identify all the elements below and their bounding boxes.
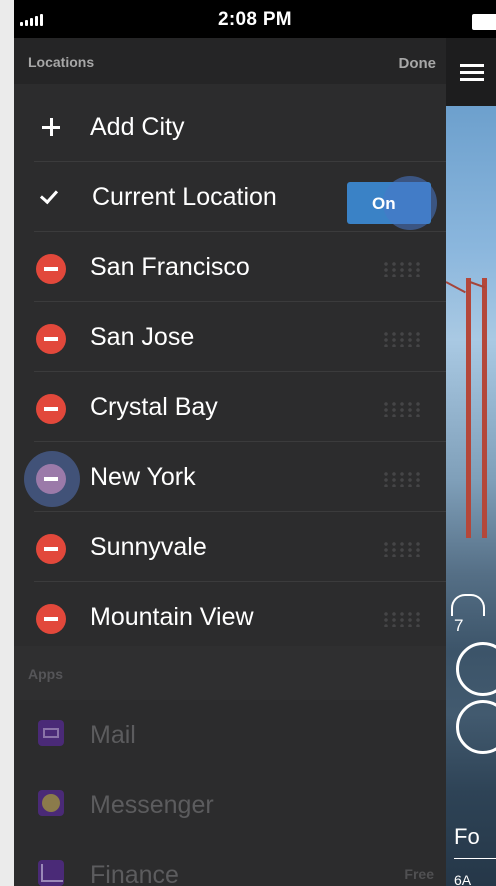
locations-header: Locations Done [14, 38, 446, 84]
app-label: Mail [90, 721, 136, 749]
city-name: San Francisco [90, 253, 250, 281]
locations-header-label: Locations [28, 54, 95, 70]
bridge-tower [466, 278, 471, 538]
cloud-icon [451, 594, 485, 616]
app-label: Messenger [90, 791, 214, 819]
city-name: Mountain View [90, 603, 254, 631]
city-row[interactable]: Sunnyvale [14, 512, 446, 582]
locations-drawer: Locations Done Add City Current Location… [14, 38, 446, 886]
drag-handle-icon[interactable] [382, 261, 424, 277]
forecast-heading-partial: Fo [454, 824, 480, 849]
toggle-label: On [372, 194, 396, 213]
golden-gate-bridge-image [446, 106, 496, 886]
city-name: New York [90, 463, 196, 491]
done-button[interactable]: Done [399, 55, 437, 72]
app-label: Finance [90, 861, 179, 886]
drag-handle-icon[interactable] [382, 331, 424, 347]
city-name: Crystal Bay [90, 393, 218, 421]
app-row-finance[interactable]: Finance Free [14, 840, 446, 886]
temperature-partial: 7 [454, 616, 464, 635]
finance-icon [38, 860, 64, 886]
delete-minus-icon[interactable] [36, 464, 66, 494]
messenger-icon [38, 790, 64, 816]
forecast-divider [454, 858, 496, 859]
status-bar: 2:08 PM [14, 0, 496, 38]
weather-top-bar [446, 38, 496, 106]
free-badge: Free [404, 866, 434, 882]
add-city-row[interactable]: Add City [14, 92, 446, 162]
apps-header: Apps [14, 646, 446, 700]
weather-background-photo: 7 Fo 6A [446, 38, 496, 886]
city-row[interactable]: New York [14, 442, 446, 512]
battery-icon [472, 14, 496, 30]
mail-icon [38, 720, 64, 746]
app-row-mail[interactable]: Mail [14, 700, 446, 770]
checkmark-icon [39, 185, 59, 205]
city-row[interactable]: Crystal Bay [14, 372, 446, 442]
delete-minus-icon[interactable] [36, 324, 66, 354]
status-time: 2:08 PM [218, 9, 292, 30]
apps-header-label: Apps [28, 666, 63, 682]
plus-icon [40, 116, 62, 138]
drag-handle-icon[interactable] [382, 401, 424, 417]
city-row[interactable]: Mountain View [14, 582, 446, 652]
phone-screen: 2:08 PM 7 Fo 6A Locations Done Add City … [14, 0, 496, 886]
city-name: San Jose [90, 323, 195, 351]
current-location-label: Current Location [92, 183, 277, 211]
city-row[interactable]: San Jose [14, 302, 446, 372]
drag-handle-icon[interactable] [382, 541, 424, 557]
bridge-cable [446, 281, 466, 294]
delete-minus-icon[interactable] [36, 254, 66, 284]
forecast-hour-partial: 6A [454, 872, 472, 886]
delete-minus-icon[interactable] [36, 604, 66, 634]
drag-handle-icon[interactable] [382, 611, 424, 627]
drag-handle-icon[interactable] [382, 471, 424, 487]
app-row-messenger[interactable]: Messenger [14, 770, 446, 840]
add-city-label: Add City [90, 113, 185, 141]
current-location-toggle[interactable]: On [347, 176, 437, 230]
current-location-row: Current Location On [14, 162, 446, 232]
city-row[interactable]: San Francisco [14, 232, 446, 302]
city-name: Sunnyvale [90, 533, 207, 561]
delete-minus-icon[interactable] [36, 534, 66, 564]
bridge-tower [482, 278, 487, 538]
hamburger-menu-icon[interactable] [460, 64, 484, 82]
delete-minus-icon[interactable] [36, 394, 66, 424]
